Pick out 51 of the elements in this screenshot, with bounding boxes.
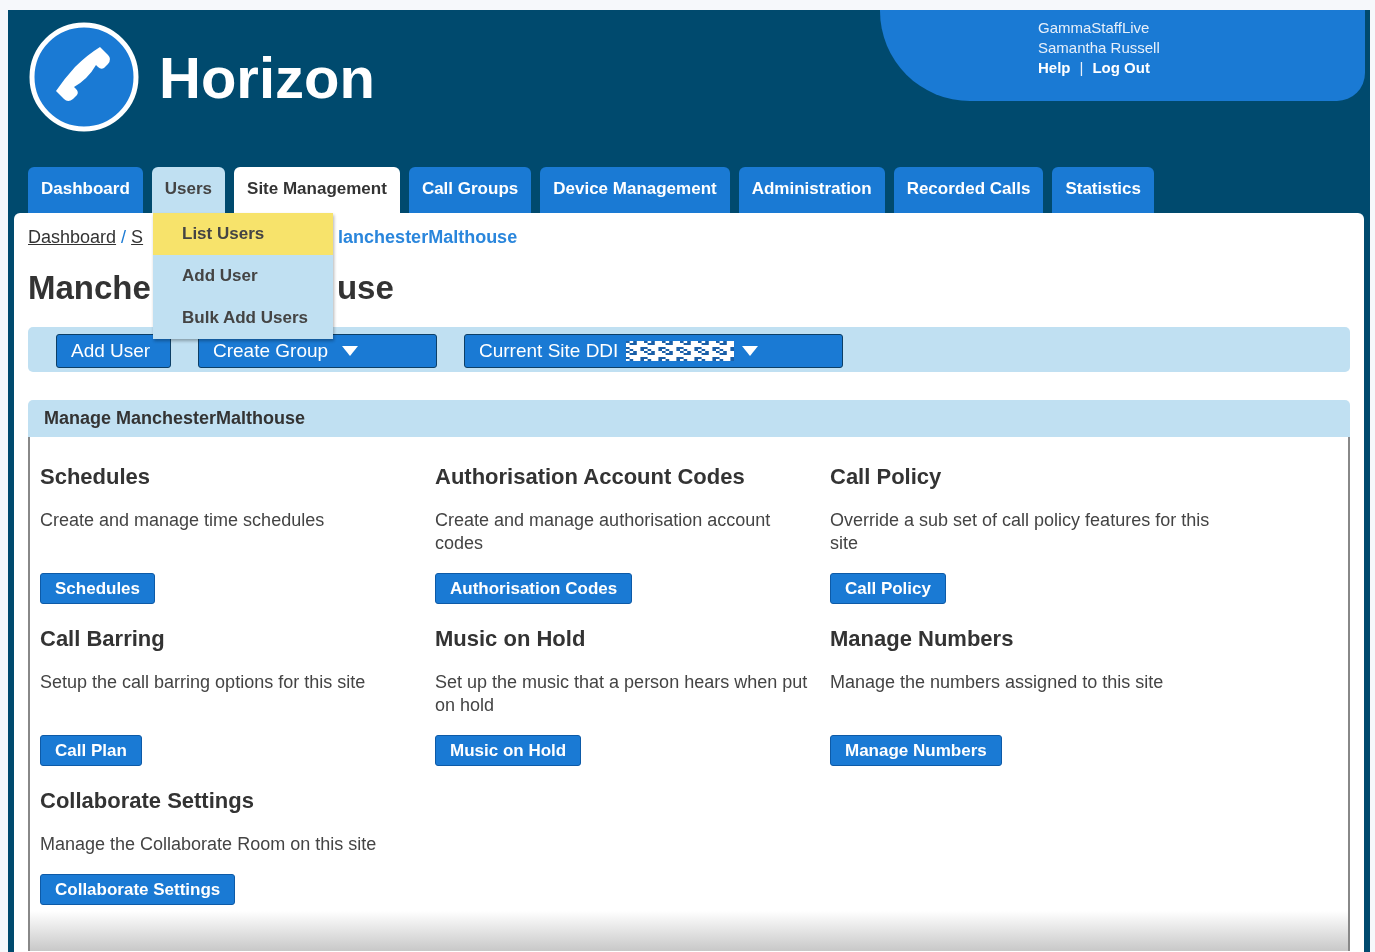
section-title: Collaborate Settings (40, 787, 254, 815)
toolbar-button[interactable]: Create Group (198, 333, 437, 368)
section-title: Music on Hold (435, 625, 586, 653)
nav-tab[interactable]: Dashboard (28, 167, 143, 213)
nav-tab[interactable]: Call Groups (408, 167, 532, 213)
section-description: Manage the numbers assigned to this site (830, 672, 1164, 692)
menu-item[interactable]: Add User (153, 255, 333, 297)
section-description: Setup the call barring options for this site (40, 672, 366, 692)
section-button[interactable]: Call Plan (40, 735, 142, 766)
caret-icon (742, 345, 759, 356)
section-title: Authorisation Account Codes (435, 463, 745, 491)
toolbar-button[interactable]: Current Site DDI (464, 333, 843, 368)
nav-tab[interactable]: Device Management (540, 167, 730, 213)
section-title: Call Barring (40, 625, 165, 653)
nav-tab[interactable]: Statistics (1052, 167, 1154, 213)
section-description: Create and manage authorisation account codes (435, 510, 771, 553)
section-button[interactable]: Music on Hold (435, 735, 582, 766)
section-title: Call Policy (830, 463, 942, 491)
menu-item[interactable]: List Users (153, 213, 333, 255)
section-title: Schedules (40, 463, 151, 491)
page-title: use (336, 269, 394, 308)
phone-logo-icon (29, 22, 139, 132)
section-description: Set up the music that a person hears when put on hold (435, 672, 808, 715)
nav-tab[interactable]: Users (151, 167, 226, 213)
breadcrumb-separator: / (121, 227, 127, 248)
toolbar-button[interactable]: Add User (56, 333, 171, 368)
section-button[interactable]: Manage Numbers (830, 735, 1002, 766)
logout-link[interactable]: Log Out (1092, 58, 1150, 78)
panel-title: Manage ManchesterMalthouse (44, 408, 306, 428)
breadcrumb-link[interactable]: S (131, 227, 144, 248)
section-button[interactable]: Schedules (40, 573, 156, 604)
help-link[interactable]: Help (1038, 58, 1071, 78)
section-description: Manage the Collaborate Room on this site (40, 834, 377, 854)
page-title: Manche (28, 269, 151, 308)
nav-tab[interactable]: Recorded Calls (893, 167, 1044, 213)
user-name: Samantha Russell (1038, 38, 1160, 58)
logo-text: Horizon (159, 43, 375, 111)
redacted-pattern-icon (626, 340, 735, 361)
breadcrumb-current[interactable]: lanchesterMalthouse (338, 227, 518, 248)
section-button[interactable]: Collaborate Settings (40, 874, 236, 905)
section-description: Override a sub set of call policy features for this site (830, 510, 1210, 553)
section-button[interactable]: Call Policy (830, 573, 946, 604)
section-description: Create and manage time schedules (40, 510, 325, 530)
nav-tab[interactable]: Administration (738, 167, 885, 213)
caret-icon (342, 345, 359, 356)
link-separator: | (1079, 58, 1084, 78)
section-title: Manage Numbers (830, 625, 1014, 653)
breadcrumb-link[interactable]: Dashboard (28, 227, 117, 248)
section-button[interactable]: Authorisation Codes (435, 573, 633, 604)
nav-tab[interactable]: Site Management (234, 167, 400, 213)
account-name: GammaStaffLive (1038, 18, 1150, 38)
